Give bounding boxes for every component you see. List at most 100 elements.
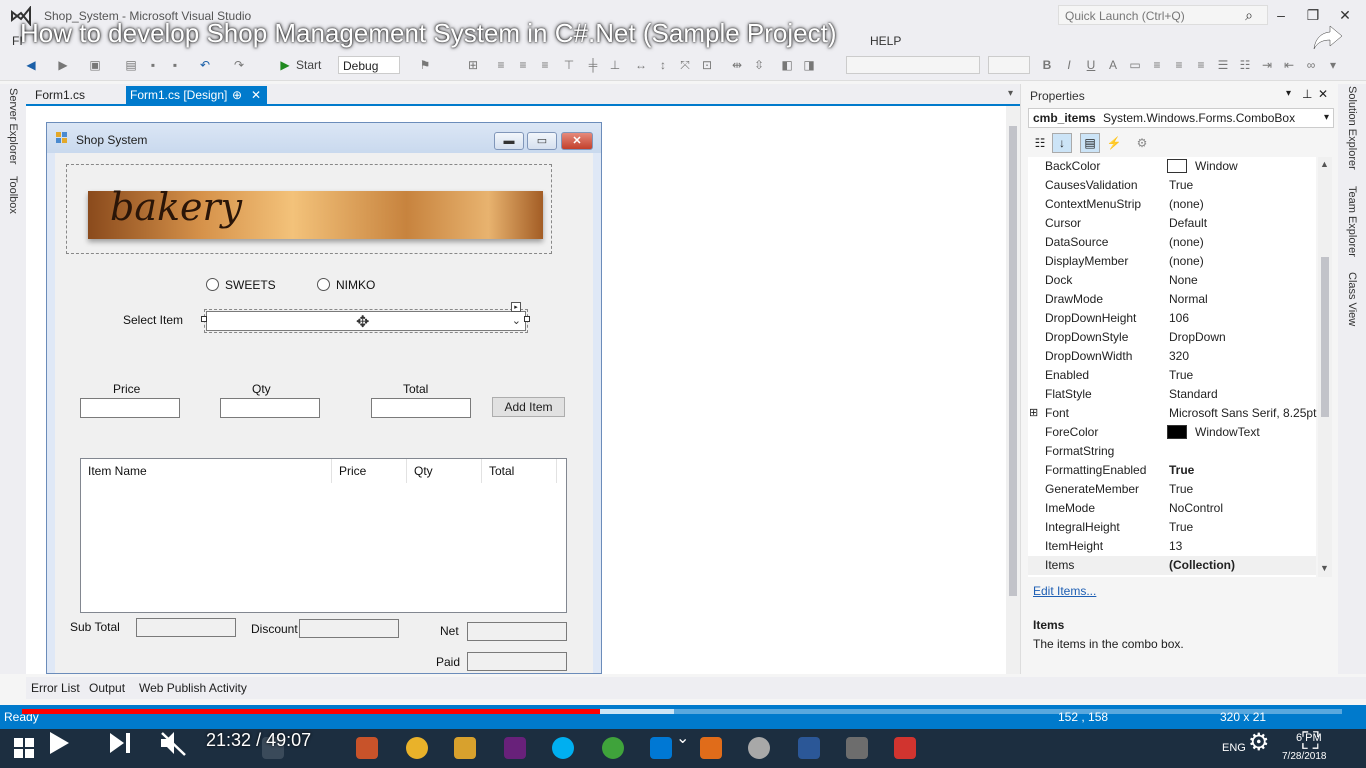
subtotal-input[interactable] xyxy=(136,618,236,637)
chevron-down-icon[interactable]: ⌄ xyxy=(512,314,521,327)
resize-handle-left[interactable] xyxy=(201,316,207,322)
designer-scrollbar[interactable] xyxy=(1006,106,1020,674)
property-row[interactable]: Dock None xyxy=(1028,271,1316,290)
edit-items-link[interactable]: Edit Items... xyxy=(1033,584,1096,598)
send-back-icon[interactable]: ◨ xyxy=(802,58,816,72)
property-value[interactable]: Window xyxy=(1195,157,1238,176)
tab-form1-cs[interactable]: Form1.cs xyxy=(32,86,125,104)
bullets-icon[interactable]: ☰ xyxy=(1216,58,1230,72)
close-tab-icon[interactable]: ✕ xyxy=(251,86,261,104)
share-icon[interactable] xyxy=(1312,22,1344,52)
taskbar-app-g-icon[interactable] xyxy=(700,737,722,759)
alphabetical-icon[interactable]: ↓ xyxy=(1052,133,1072,153)
column-total[interactable]: Total xyxy=(482,459,557,483)
align-grid-icon[interactable]: ⊞ xyxy=(466,58,480,72)
property-row[interactable]: FormatString xyxy=(1028,442,1316,461)
align-right-icon[interactable]: ≡ xyxy=(538,58,552,72)
tab-list-icon[interactable]: ▾ xyxy=(1008,88,1013,99)
font-size-select[interactable] xyxy=(988,56,1030,74)
radio-nimko-label[interactable]: NIMKO xyxy=(336,278,375,292)
undo-icon[interactable]: ↶ xyxy=(198,58,212,72)
new-project-icon[interactable]: ▣ xyxy=(88,58,102,72)
property-pages-icon[interactable]: ⚙ xyxy=(1132,133,1152,153)
banner-picturebox[interactable]: bakery xyxy=(66,164,552,254)
column-item-name[interactable]: Item Name xyxy=(81,459,332,483)
property-row[interactable]: Items (Collection) xyxy=(1028,556,1316,575)
property-row[interactable]: FormattingEnabled True xyxy=(1028,461,1316,480)
chrome-icon-2[interactable] xyxy=(602,737,624,759)
object-selector[interactable]: cmb_items System.Windows.Forms.ComboBox … xyxy=(1028,108,1334,128)
paid-input[interactable] xyxy=(467,652,567,671)
word-icon[interactable] xyxy=(798,737,820,759)
taskbar-app-media-icon[interactable] xyxy=(894,737,916,759)
total-input[interactable] xyxy=(371,398,471,418)
taskbar-app-player-icon[interactable] xyxy=(356,737,378,759)
property-row[interactable]: DropDownStyle DropDown xyxy=(1028,328,1316,347)
same-size-icon[interactable]: ⤧ xyxy=(678,58,692,72)
property-value[interactable]: (none) xyxy=(1169,233,1204,252)
form-maximize-button[interactable]: ▭ xyxy=(527,132,557,150)
save-icon[interactable]: ▪ xyxy=(146,58,160,72)
align-bottom-icon[interactable]: ⊥ xyxy=(608,58,622,72)
scroll-down-icon[interactable]: ▼ xyxy=(1320,563,1329,573)
align-top-icon[interactable]: ⊤ xyxy=(562,58,576,72)
property-value[interactable]: (none) xyxy=(1169,195,1204,214)
attach-icon[interactable]: ⚑ xyxy=(418,58,432,72)
class-view-tab[interactable]: Class View xyxy=(1346,272,1358,326)
property-value[interactable]: True xyxy=(1169,176,1193,195)
property-value[interactable]: (Collection) xyxy=(1169,556,1235,575)
column-qty[interactable]: Qty xyxy=(407,459,482,483)
radio-sweets[interactable] xyxy=(206,278,219,291)
pin-icon[interactable]: ⊕ xyxy=(232,86,242,104)
radio-sweets-label[interactable]: SWEETS xyxy=(225,278,276,292)
taskbar-app-camera-icon[interactable] xyxy=(846,737,868,759)
same-width-icon[interactable]: ↔ xyxy=(634,58,648,72)
underline-icon[interactable]: U xyxy=(1084,58,1098,72)
form-minimize-button[interactable]: ▬ xyxy=(494,132,524,150)
property-value[interactable]: True xyxy=(1169,366,1193,385)
windows-start-icon[interactable] xyxy=(14,738,34,758)
output-tab[interactable]: Output xyxy=(89,681,125,695)
menu-item-help[interactable]: HELP xyxy=(870,34,901,48)
property-grid-scrollbar[interactable]: ▲ ▼ xyxy=(1318,157,1332,577)
numbering-icon[interactable]: ☷ xyxy=(1238,58,1252,72)
solution-explorer-tab[interactable]: Solution Explorer xyxy=(1346,86,1358,170)
property-row[interactable]: ⊞ Font Microsoft Sans Serif, 8.25pt xyxy=(1028,404,1316,423)
property-value[interactable]: True xyxy=(1169,461,1194,480)
save-all-icon[interactable]: ▪ xyxy=(168,58,182,72)
property-row[interactable]: DropDownWidth 320 xyxy=(1028,347,1316,366)
discount-input[interactable] xyxy=(299,619,399,638)
property-row[interactable]: CausesValidation True xyxy=(1028,176,1316,195)
chevron-down-icon[interactable]: ▾ xyxy=(1324,109,1329,127)
redo-icon[interactable]: ↷ xyxy=(232,58,246,72)
font-name-select[interactable] xyxy=(846,56,980,74)
property-value[interactable]: 320 xyxy=(1169,347,1189,366)
minimize-button[interactable]: – xyxy=(1266,5,1296,25)
resize-handle-right[interactable] xyxy=(524,316,530,322)
property-row[interactable]: DrawMode Normal xyxy=(1028,290,1316,309)
qty-input[interactable] xyxy=(220,398,320,418)
property-row[interactable]: ContextMenuStrip (none) xyxy=(1028,195,1316,214)
column-price[interactable]: Price xyxy=(332,459,407,483)
settings-icon[interactable]: ⚙ xyxy=(1248,728,1270,757)
vscode-icon[interactable] xyxy=(650,737,672,759)
scroll-thumb[interactable] xyxy=(1009,126,1017,596)
size-to-grid-icon[interactable]: ⊡ xyxy=(700,58,714,72)
language-indicator[interactable]: ENG xyxy=(1222,742,1246,754)
align-left-icon[interactable]: ≡ xyxy=(494,58,508,72)
scroll-up-icon[interactable]: ▲ xyxy=(1320,159,1329,169)
property-row[interactable]: DisplayMember (none) xyxy=(1028,252,1316,271)
align-center-icon[interactable]: ≡ xyxy=(516,58,530,72)
radio-nimko[interactable] xyxy=(317,278,330,291)
property-value[interactable]: 13 xyxy=(1169,537,1182,556)
property-row[interactable]: ForeColor WindowText xyxy=(1028,423,1316,442)
video-title[interactable]: How to develop Shop Management System in… xyxy=(20,18,837,49)
price-input[interactable] xyxy=(80,398,180,418)
paint-icon[interactable] xyxy=(748,737,770,759)
property-row[interactable]: BackColor Window xyxy=(1028,157,1316,176)
property-value[interactable]: Default xyxy=(1169,214,1207,233)
mute-icon[interactable] xyxy=(158,729,188,757)
start-icon[interactable]: ▶ xyxy=(278,58,292,72)
tab-form1-design[interactable]: Form1.cs [Design] ⊕ ✕ xyxy=(126,86,267,106)
chrome-icon[interactable] xyxy=(406,737,428,759)
